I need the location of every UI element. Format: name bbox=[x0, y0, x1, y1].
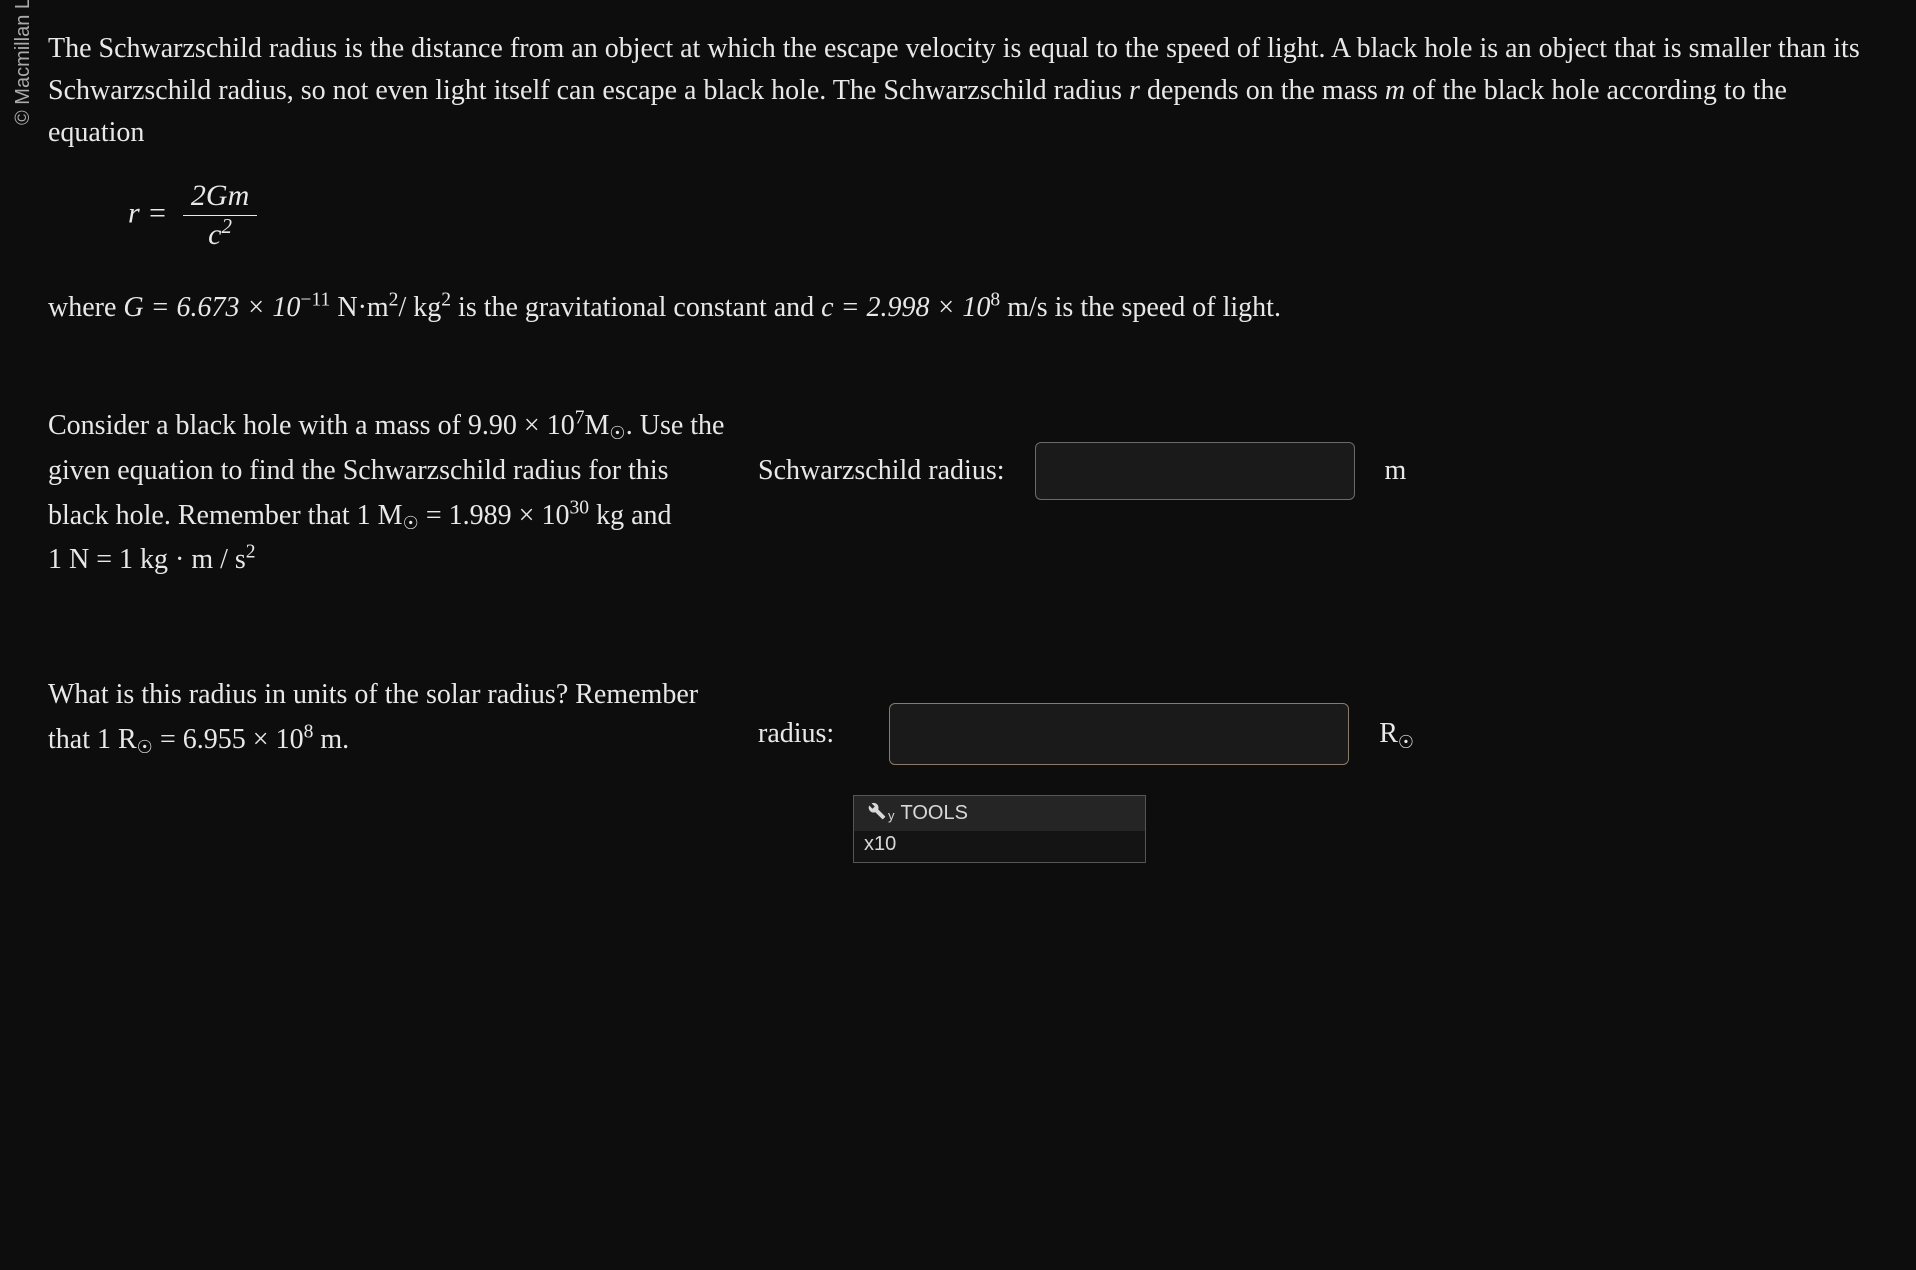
const-G-unit-a-exp: 2 bbox=[389, 290, 399, 311]
question-1-text: Consider a black hole with a mass of 9.9… bbox=[48, 404, 728, 583]
answer-area-2: radius: R☉ y TOOLS x10 bbox=[728, 673, 1876, 863]
q2-c: m. bbox=[313, 724, 349, 755]
answer-line-2: radius: R☉ bbox=[758, 703, 1876, 765]
q2-b: = 6.955 × 10 bbox=[153, 724, 304, 755]
tools-header[interactable]: y TOOLS bbox=[854, 796, 1145, 831]
q1-sun2: ☉ bbox=[403, 513, 419, 533]
wrench-icon bbox=[868, 802, 886, 820]
question-2-row: What is this radius in units of the sola… bbox=[48, 673, 1876, 863]
q2-answer-unit: R☉ bbox=[1379, 718, 1414, 750]
intro-var-r: r bbox=[1129, 75, 1140, 106]
q1-d: = 1.989 × 10 bbox=[419, 500, 570, 531]
q1-answer-unit: m bbox=[1385, 455, 1407, 487]
q2-answer-label: radius: bbox=[758, 718, 834, 750]
const-c-exp: 8 bbox=[990, 290, 1000, 311]
q1-exp: 7 bbox=[575, 408, 585, 429]
equation-lhs: r = bbox=[128, 196, 167, 229]
q2-exp: 8 bbox=[304, 722, 314, 743]
const-G-unit-b: / kg bbox=[398, 292, 441, 323]
const-G-eq: G = 6.673 × 10 bbox=[123, 292, 300, 323]
equation-den-base: c bbox=[208, 218, 221, 251]
equation-den-exp: 2 bbox=[222, 214, 233, 238]
q1-line2-a: 1 N = 1 kg · m / s bbox=[48, 544, 246, 575]
tools-body[interactable]: x10 bbox=[854, 831, 1145, 862]
question-1-row: Consider a black hole with a mass of 9.9… bbox=[48, 404, 1876, 583]
const-pre: where bbox=[48, 292, 123, 323]
intro-paragraph: The Schwarzschild radius is the distance… bbox=[48, 28, 1876, 154]
q1-exp2: 30 bbox=[569, 497, 589, 518]
equation-numerator: 2Gm bbox=[183, 179, 257, 216]
q2-unit-base: R bbox=[1379, 718, 1398, 749]
copyright-label: © Macmillan Learning bbox=[12, 0, 35, 125]
schwarzschild-equation: r = 2Gm c2 bbox=[128, 179, 1876, 252]
q1-sun1: ☉ bbox=[609, 423, 625, 443]
q1-e: kg and bbox=[589, 500, 671, 531]
schwarzschild-radius-input[interactable] bbox=[1035, 442, 1355, 500]
q1-b: M bbox=[585, 410, 610, 441]
tools-x10[interactable]: x10 bbox=[864, 833, 896, 855]
q1-line2-exp: 2 bbox=[246, 542, 256, 563]
const-mid: is the gravitational constant and bbox=[451, 292, 821, 323]
q1-a: Consider a black hole with a mass of 9.9… bbox=[48, 410, 575, 441]
intro-text-b: depends on the mass bbox=[1140, 75, 1385, 106]
const-G-exp: −11 bbox=[300, 290, 330, 311]
const-c-eq: c = 2.998 × 10 bbox=[821, 292, 990, 323]
q2-unit-sub: ☉ bbox=[1398, 732, 1414, 752]
tools-panel[interactable]: y TOOLS x10 bbox=[853, 795, 1146, 863]
answer-area-1: Schwarzschild radius: m bbox=[728, 404, 1876, 500]
q1-answer-label: Schwarzschild radius: bbox=[758, 455, 1005, 487]
intro-var-m: m bbox=[1385, 75, 1405, 106]
const-c-unit: m/s is the speed of light. bbox=[1000, 292, 1281, 323]
radius-solar-input[interactable] bbox=[889, 703, 1349, 765]
const-G-unit-b-exp: 2 bbox=[441, 290, 451, 311]
equation-denominator: c2 bbox=[183, 216, 257, 252]
constants-paragraph: where G = 6.673 × 10−11 N·m2/ kg2 is the… bbox=[48, 287, 1876, 329]
tools-header-label: TOOLS bbox=[901, 802, 968, 825]
main-content: The Schwarzschild radius is the distance… bbox=[48, 28, 1876, 863]
equation-fraction: 2Gm c2 bbox=[183, 179, 257, 252]
question-2-text: What is this radius in units of the sola… bbox=[48, 673, 728, 763]
tools-header-sub: y bbox=[888, 808, 895, 823]
const-G-unit-a: N·m bbox=[330, 292, 388, 323]
q2-sun: ☉ bbox=[137, 737, 153, 757]
